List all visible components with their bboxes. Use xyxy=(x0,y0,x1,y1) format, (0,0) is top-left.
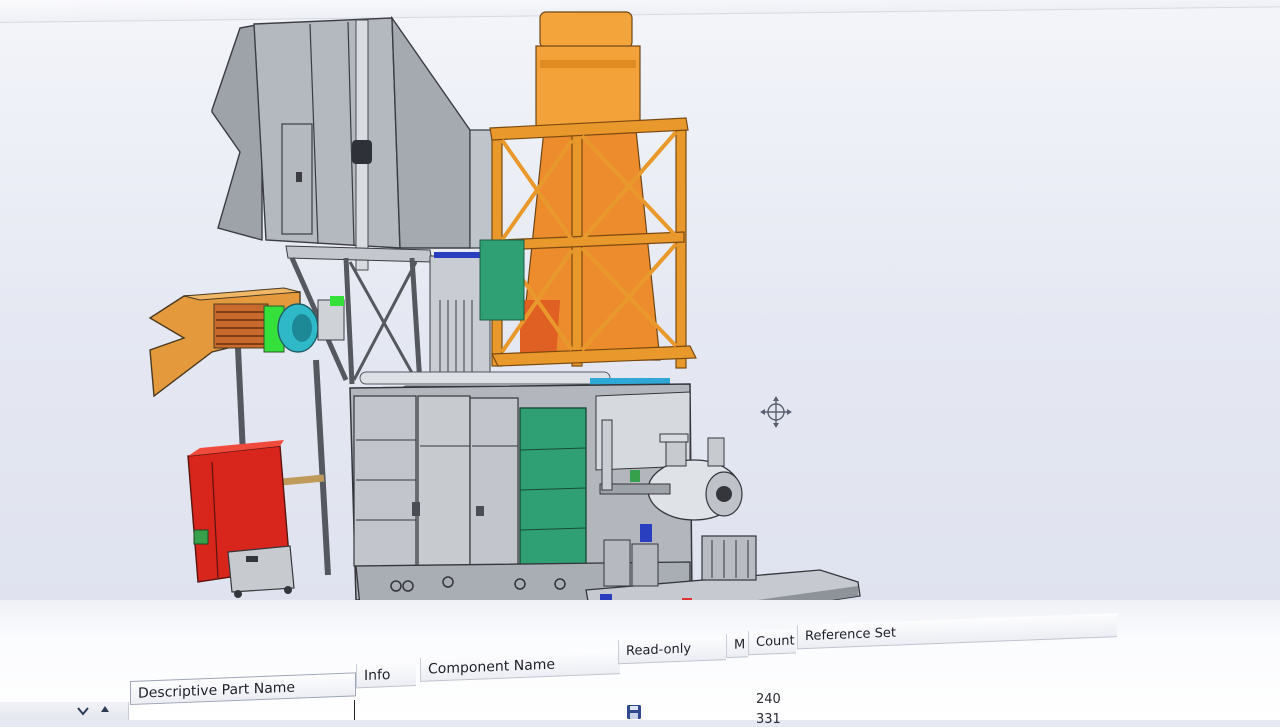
filter-housing[interactable] xyxy=(211,15,501,271)
table-row-count-cell: 240 xyxy=(756,692,781,707)
column-header-m[interactable]: M xyxy=(726,633,748,659)
utility-cart[interactable] xyxy=(227,545,295,598)
move-crosshair-icon xyxy=(760,396,792,428)
parts-navigator-table[interactable]: Descriptive Part Name Info Component Nam… xyxy=(0,600,1280,727)
column-divider xyxy=(354,700,355,720)
column-header-count[interactable]: Count xyxy=(748,629,796,656)
expand-check-icon[interactable] xyxy=(76,704,90,718)
column-header-read-only[interactable]: Read-only xyxy=(618,636,726,665)
save-disk-icon[interactable] xyxy=(626,704,642,720)
caret-up-icon[interactable] xyxy=(100,704,110,714)
column-header-info[interactable]: Info xyxy=(356,662,416,689)
